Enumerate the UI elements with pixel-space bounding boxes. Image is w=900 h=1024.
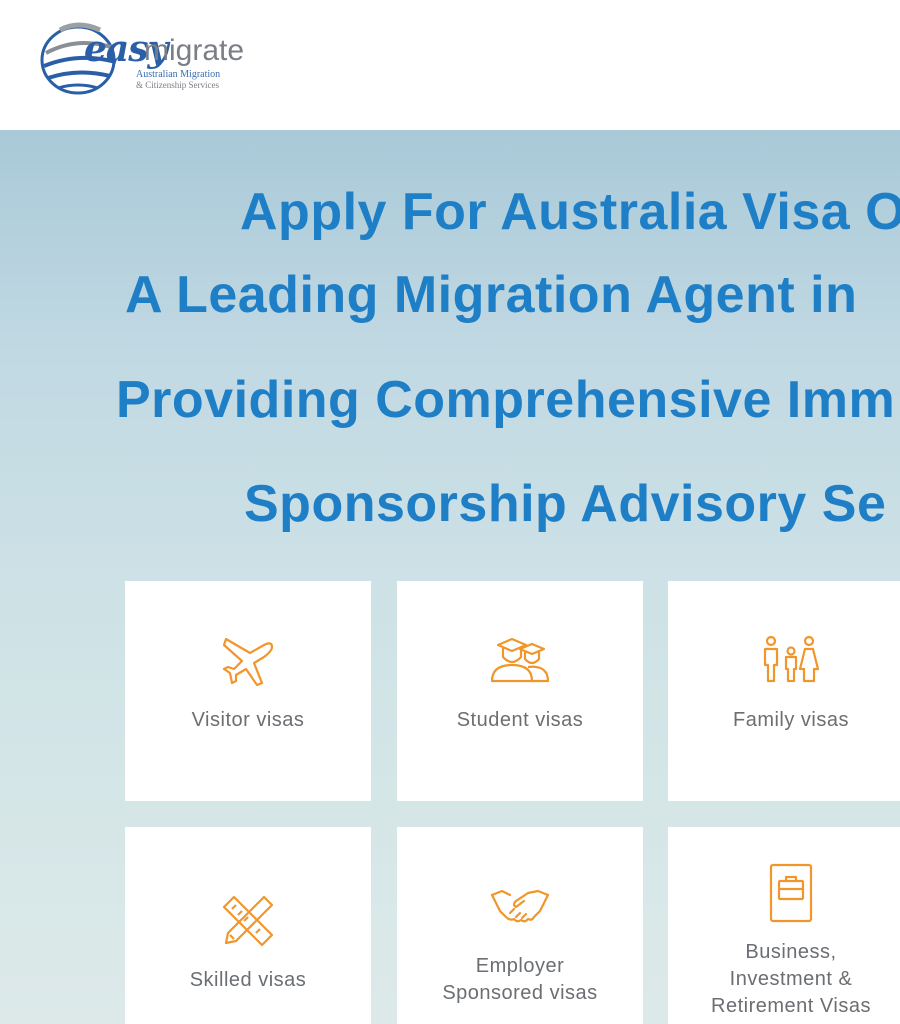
- hero-headline-line-4: Sponsorship Advisory Se: [244, 475, 887, 533]
- visa-card-skilled[interactable]: Skilled visas: [125, 827, 371, 1024]
- visa-card-business[interactable]: Business, Investment & Retirement Visas: [668, 827, 900, 1024]
- family-icon: [761, 635, 821, 690]
- hero-section: Apply For Australia Visa O A Leading Mig…: [0, 130, 900, 1024]
- hero-headline-line-2: A Leading Migration Agent in: [125, 266, 858, 324]
- visa-card-label: Student visas: [456, 709, 584, 731]
- visa-card-label: Business, Investment & Retirement Visas: [711, 941, 871, 1017]
- hero-headline-line-1: Apply For Australia Visa O: [240, 183, 900, 241]
- visa-card-label: Skilled visas: [189, 969, 307, 991]
- hero-headline-line-3: Providing Comprehensive Imm: [116, 371, 896, 429]
- pencil-ruler-icon: [220, 893, 276, 954]
- briefcase-icon: [769, 863, 813, 928]
- logo-subtitle-line2: & Citizenship Services: [136, 80, 219, 90]
- graduates-icon: [490, 635, 550, 690]
- visa-card-label: Visitor visas: [191, 709, 305, 731]
- site-header: easy migrate Australian Migration & Citi…: [0, 0, 900, 130]
- logo-subtitle-line1: Australian Migration: [136, 69, 221, 80]
- airplane-icon: [220, 631, 276, 692]
- visa-card-student[interactable]: Student visas: [397, 581, 643, 801]
- visa-card-visitor[interactable]: Visitor visas: [125, 581, 371, 801]
- visa-card-label: Family visas: [732, 709, 849, 731]
- visa-card-label: Employer Sponsored visas: [442, 955, 598, 1004]
- logo-word-migrate: migrate: [144, 34, 245, 67]
- handshake-icon: [490, 883, 550, 932]
- visa-card-family[interactable]: Family visas: [668, 581, 900, 801]
- easymigrate-logo[interactable]: easy migrate Australian Migration & Citi…: [38, 18, 258, 98]
- visa-card-employer-sponsored[interactable]: Employer Sponsored visas: [397, 827, 643, 1024]
